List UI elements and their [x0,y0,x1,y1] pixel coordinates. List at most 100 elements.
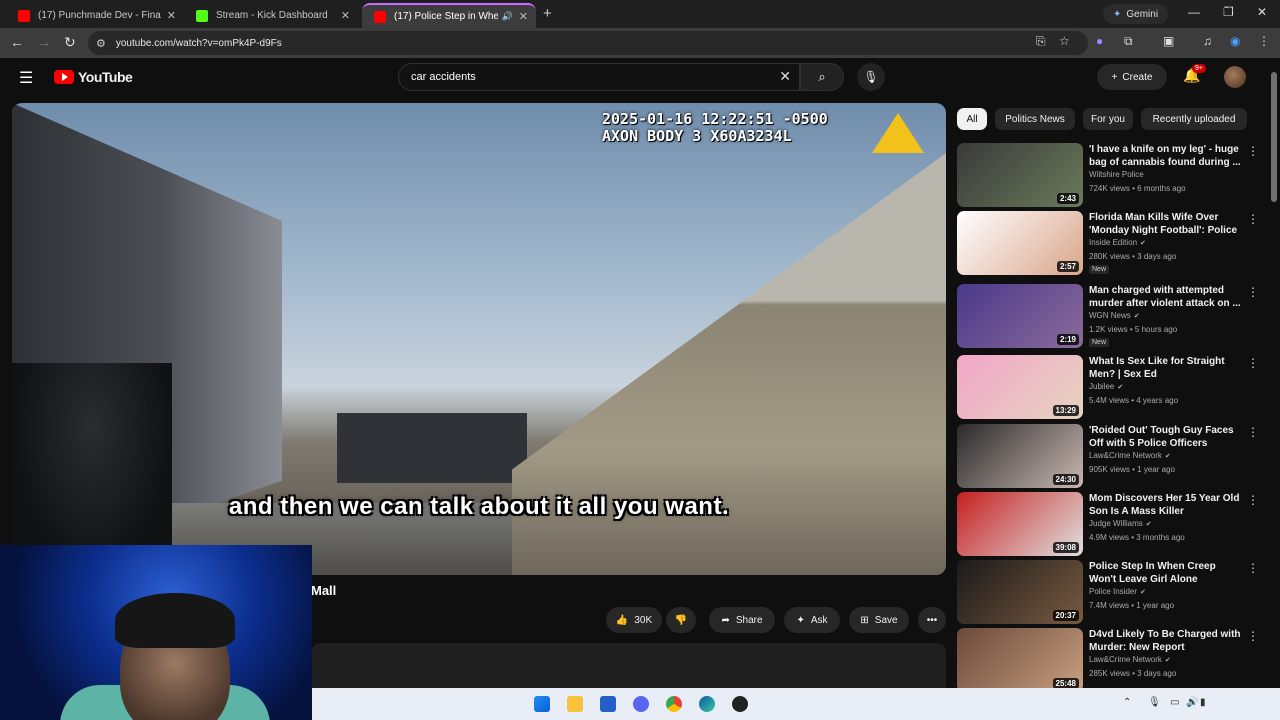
chip-recently-uploaded[interactable]: Recently uploaded [1141,108,1247,130]
recommended-title[interactable]: 'I have a knife on my leg' - huge bag of… [1089,143,1244,169]
recommended-video[interactable]: 2:57 Florida Man Kills Wife Over 'Monday… [957,211,1262,275]
tab-punchmade[interactable]: (17) Punchmade Dev - Financia ✕ [6,3,184,28]
voice-search-button[interactable]: 🎙 [857,63,885,91]
video-thumbnail[interactable]: 20:37 [957,560,1083,624]
close-window-button[interactable]: ✕ [1257,5,1267,19]
page-scrollbar[interactable] [1268,58,1280,688]
hamburger-menu-icon[interactable]: ☰ [19,68,33,88]
video-thumbnail[interactable]: 39:08 [957,492,1083,556]
recommended-video[interactable]: 25:48 D4vd Likely To Be Charged with Mur… [957,628,1262,688]
search-input[interactable]: car accidents ✕ [398,63,800,91]
notifications-button[interactable]: 🔔 9+ [1183,64,1206,84]
video-thumbnail[interactable]: 2:57 [957,211,1083,275]
more-vertical-icon[interactable]: ⋮ [1247,561,1259,575]
bookmark-star-icon[interactable]: ☆ [1059,34,1070,48]
minimize-button[interactable]: — [1188,5,1200,19]
network-icon[interactable]: ▭ [1170,697,1179,708]
chrome-icon[interactable] [666,696,682,712]
channel-name[interactable]: Jubilee ✔ [1089,382,1123,391]
recommended-title[interactable]: D4vd Likely To Be Charged with Murder: N… [1089,628,1244,654]
audio-playing-icon[interactable]: 🔊 [502,11,513,22]
recommended-title[interactable]: Man charged with attempted murder after … [1089,284,1244,310]
close-tab-icon[interactable]: ✕ [341,9,350,22]
channel-name[interactable]: Police Insider ✔ [1089,587,1146,596]
video-thumbnail[interactable]: 25:48 [957,628,1083,688]
chip-for-you[interactable]: For you [1083,108,1133,130]
tab-police-video[interactable]: (17) Police Step in When Cre 🔊 ✕ [362,3,536,28]
video-thumbnail[interactable]: 24:30 [957,424,1083,488]
install-app-icon[interactable]: ⎘ [1036,34,1046,49]
create-button[interactable]: + Create [1097,64,1167,90]
youtube-logo[interactable]: YouTube [54,69,133,85]
forward-arrow-icon[interactable]: → [37,34,51,50]
channel-name[interactable]: Judge Williams ✔ [1089,519,1152,528]
recommended-title[interactable]: What Is Sex Like for Straight Men? | Sex… [1089,355,1244,381]
chip-all[interactable]: All [957,108,987,130]
url-input[interactable]: ⚙ youtube.com/watch?v=omPk4P-d9Fs [88,31,1088,55]
browser-menu-icon[interactable]: ⋮ [1258,34,1270,48]
edge-icon[interactable] [699,696,715,712]
video-thumbnail[interactable]: 2:19 [957,284,1083,348]
description-box[interactable] [311,643,946,688]
clear-search-icon[interactable]: ✕ [779,68,791,85]
recommended-title[interactable]: 'Roided Out' Tough Guy Faces Off with 5 … [1089,424,1244,450]
back-arrow-icon[interactable]: ← [10,34,24,50]
file-explorer-icon[interactable] [567,696,583,712]
more-actions-button[interactable]: ••• [918,607,946,633]
more-vertical-icon[interactable]: ⋮ [1247,356,1259,370]
dislike-button[interactable]: 👎 [666,607,696,633]
discord-icon[interactable] [633,696,649,712]
video-thumbnail[interactable]: 2:43 [957,143,1083,207]
like-button[interactable]: 👍 30K [606,607,662,633]
taskbar-clock[interactable]: 4:16 AM 1/3/2026 [1208,3,1239,27]
media-controls-icon[interactable]: ♫ [1203,34,1212,48]
windows-start-icon[interactable] [534,696,550,712]
more-vertical-icon[interactable]: ⋮ [1247,629,1259,643]
channel-name[interactable]: WGN News ✔ [1089,311,1140,320]
reload-icon[interactable]: ↻ [64,34,76,51]
recommended-video[interactable]: 2:19 Man charged with attempted murder a… [957,284,1262,348]
more-vertical-icon[interactable]: ⋮ [1247,425,1259,439]
recommended-video[interactable]: 20:37 Police Step In When Creep Won't Le… [957,560,1262,624]
chip-politics-news[interactable]: Politics News [995,108,1075,130]
profile-icon[interactable]: ◉ [1230,34,1240,48]
channel-name[interactable]: Wiltshire Police [1089,170,1144,179]
recommended-video[interactable]: 13:29 What Is Sex Like for Straight Men?… [957,355,1262,419]
site-info-icon[interactable]: ⚙ [96,37,106,50]
search-button[interactable]: ⌕ [800,63,844,91]
calculator-icon[interactable] [600,696,616,712]
account-avatar[interactable] [1224,66,1246,88]
scrollbar-thumb[interactable] [1271,72,1277,202]
obs-icon[interactable] [732,696,748,712]
save-button[interactable]: ⊞ Save [849,607,909,633]
more-vertical-icon[interactable]: ⋮ [1247,493,1259,507]
more-vertical-icon[interactable]: ⋮ [1247,144,1259,158]
new-tab-button[interactable]: + [543,5,552,22]
channel-name[interactable]: Inside Edition ✔ [1089,238,1146,247]
video-thumbnail[interactable]: 13:29 [957,355,1083,419]
close-tab-icon[interactable]: ✕ [519,10,528,23]
close-tab-icon[interactable]: ✕ [167,9,176,22]
gemini-button[interactable]: ✦ Gemini [1103,4,1169,24]
video-player[interactable]: 2025-01-16 12:22:51 -0500 AXON BODY 3 X60… [12,103,946,575]
split-view-icon[interactable]: ▣ [1163,34,1174,48]
extension-icon[interactable]: ● [1096,34,1103,48]
recommended-video[interactable]: 39:08 Mom Discovers Her 15 Year Old Son … [957,492,1262,556]
more-vertical-icon[interactable]: ⋮ [1247,212,1259,226]
battery-icon[interactable]: ▮ [1200,697,1206,708]
recommended-title[interactable]: Police Step In When Creep Won't Leave Gi… [1089,560,1244,586]
recommended-title[interactable]: Florida Man Kills Wife Over 'Monday Nigh… [1089,211,1244,237]
tab-kick-dashboard[interactable]: Stream - Kick Dashboard ✕ [184,3,358,28]
speaker-icon[interactable]: 🔊 [1186,697,1198,708]
channel-name[interactable]: Law&Crime Network ✔ [1089,655,1171,664]
share-button[interactable]: ➦ Share [709,607,775,633]
recommended-video[interactable]: 2:43 'I have a knife on my leg' - huge b… [957,143,1262,207]
ask-button[interactable]: ✦ Ask [784,607,840,633]
microphone-tray-icon[interactable]: 🎙 [1148,697,1161,708]
puzzle-extensions-icon[interactable]: ⧉ [1124,34,1133,49]
more-vertical-icon[interactable]: ⋮ [1247,285,1259,299]
tray-chevron-icon[interactable]: ⌃ [1123,697,1131,708]
recommended-video[interactable]: 24:30 'Roided Out' Tough Guy Faces Off w… [957,424,1262,488]
channel-name[interactable]: Law&Crime Network ✔ [1089,451,1171,460]
recommended-title[interactable]: Mom Discovers Her 15 Year Old Son Is A M… [1089,492,1244,518]
